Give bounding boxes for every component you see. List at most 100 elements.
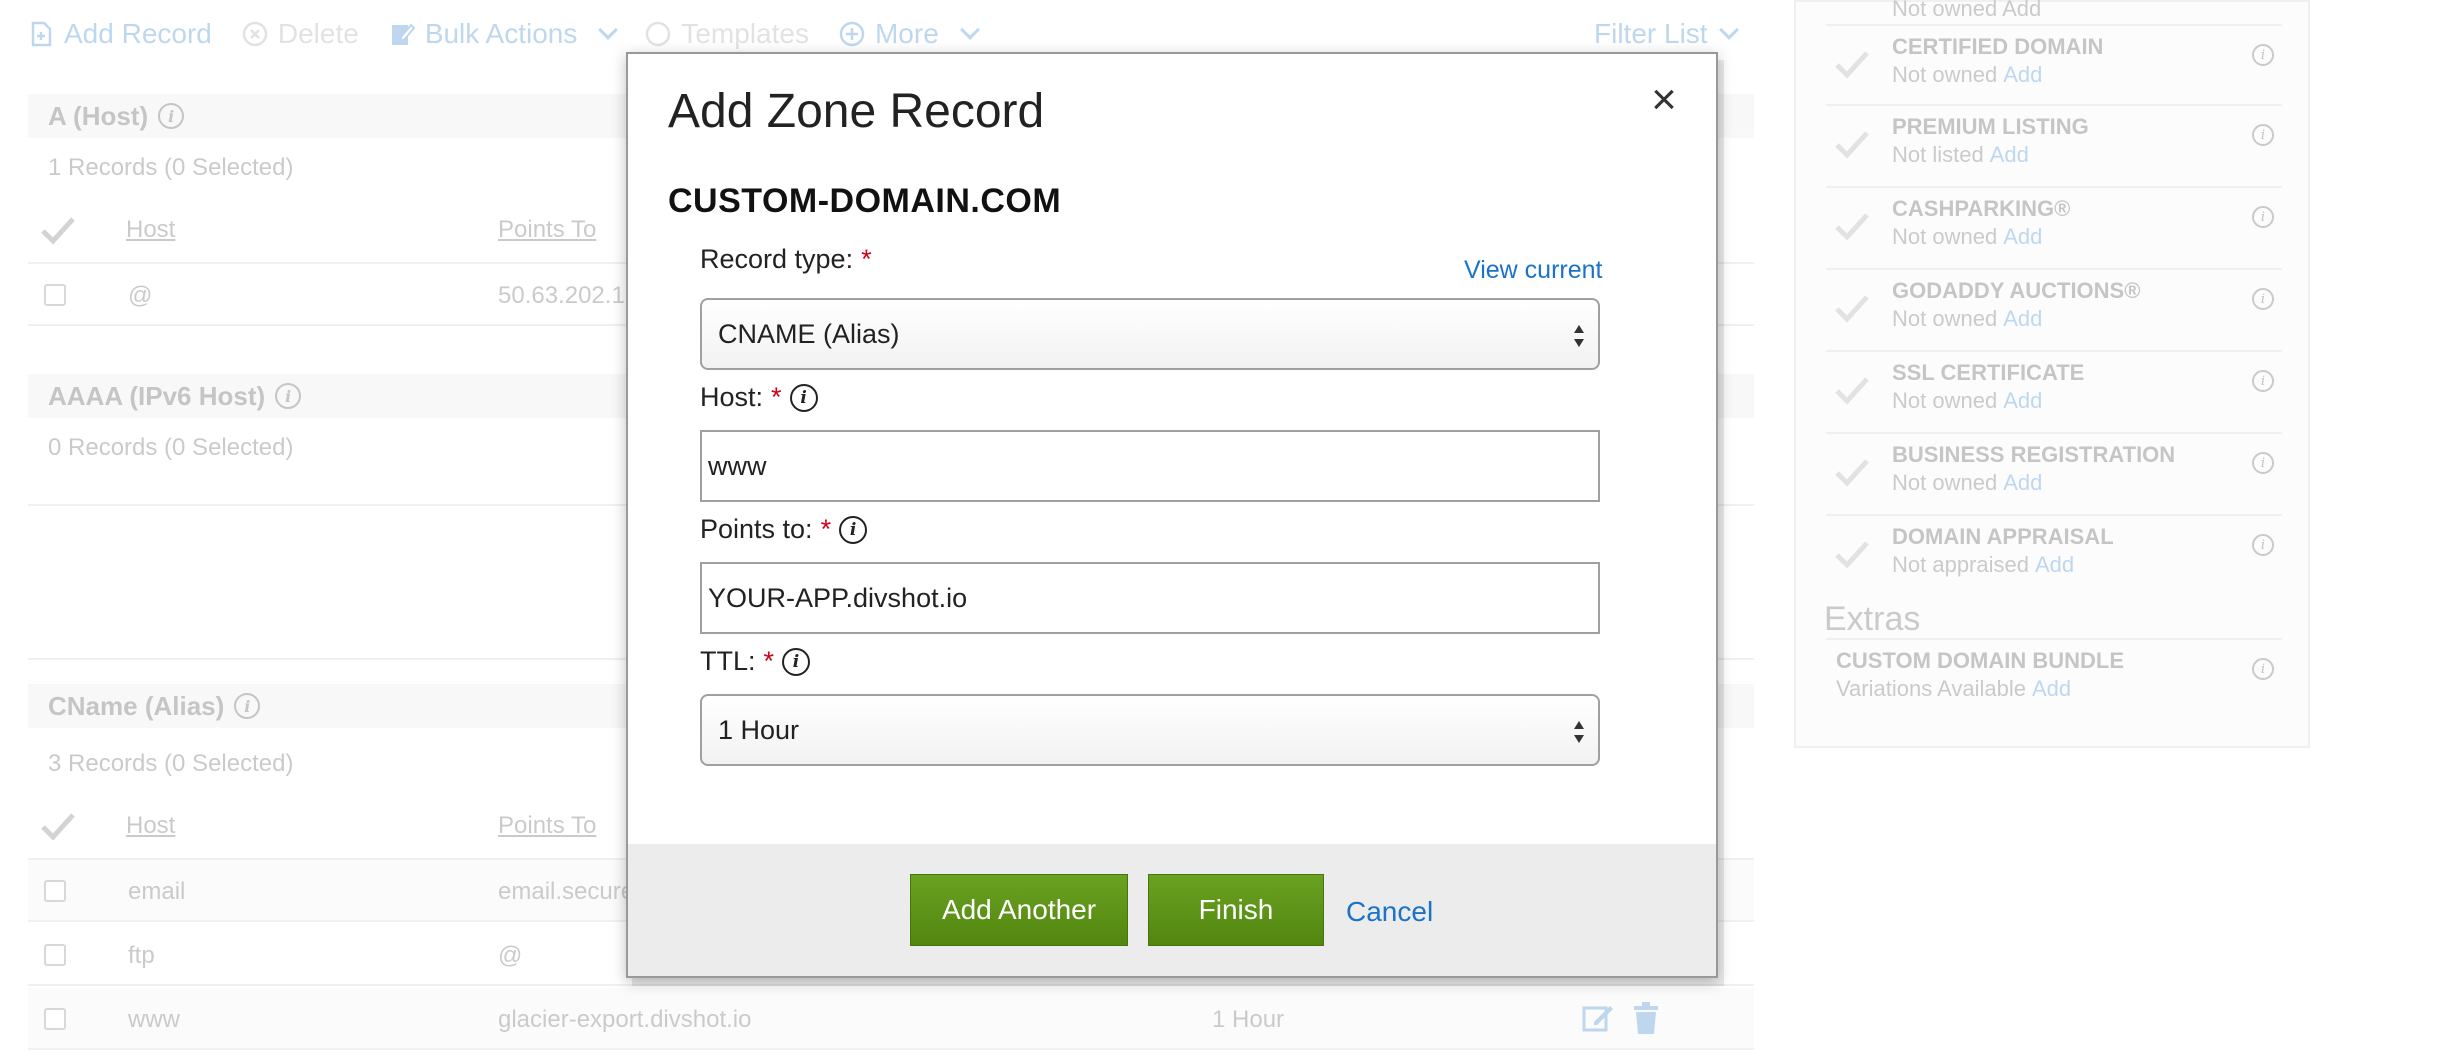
panel-item-title: CASHPARKING® [1892,196,2071,221]
info-icon[interactable]: i [2252,288,2274,310]
view-current-link[interactable]: View current [1464,256,1603,285]
panel-item-title: CUSTOM DOMAIN BUNDLE [1836,648,2125,673]
filter-list-button[interactable]: Filter List [1594,14,1739,54]
check-icon [1835,377,1869,405]
points-to-input[interactable]: YOUR-APP.divshot.io [700,562,1600,634]
select-arrows-icon [1574,721,1584,743]
close-icon[interactable]: × [1642,78,1686,122]
info-icon[interactable]: i [275,383,302,409]
status-text: Not owned [1892,62,1998,87]
add-link[interactable]: Add [2003,224,2042,249]
panel-item-title: CERTIFIED DOMAIN [1892,34,2104,59]
chevron-down-icon [598,20,619,40]
panel-item-status: Not owned Add [1892,306,2042,332]
finish-button[interactable]: Finish [1148,874,1324,946]
row-points-to: @ [498,942,523,969]
add-document-icon [31,21,52,47]
panel-item-ssl-certificate: SSL CERTIFICATE Not owned Add i [1826,352,2282,434]
section-title: CName (Alias) [48,690,225,721]
record-count: 0 Records (0 Selected) [48,434,294,461]
panel-item-godaddy-auctions: GODADDY AUCTIONS® Not owned Add i [1826,270,2282,352]
templates-button[interactable]: Templates [645,18,809,50]
column-header-host[interactable]: Host [126,812,175,840]
add-link[interactable]: Add [1990,142,2029,167]
panel-item-business-registration: BUSINESS REGISTRATION Not owned Add i [1826,434,2282,516]
status-text: Not listed [1892,142,1984,167]
record-count: 1 Records (0 Selected) [48,154,294,181]
section-title: AAAA (IPv6 Host) [48,380,266,411]
host-input[interactable]: www [700,430,1600,502]
info-icon[interactable]: i [234,693,261,719]
select-all-check-icon[interactable] [40,216,76,246]
info-icon[interactable]: i [2252,44,2274,66]
more-label: More [874,18,939,49]
add-link[interactable]: Add [2003,470,2042,495]
points-to-label: Points to: * i [700,514,868,545]
label-text: Points to: [700,514,813,544]
info-icon[interactable]: i [158,103,185,129]
add-link[interactable]: Add [2035,552,2074,577]
info-icon[interactable]: i [2252,658,2274,680]
section-title: A (Host) [48,100,149,131]
info-icon[interactable]: i [782,647,811,676]
panel-item-status: Not appraised Add [1892,552,2074,578]
add-record-button[interactable]: Add Record [28,18,212,50]
row-checkbox[interactable] [44,944,66,966]
select-all-check-icon[interactable] [40,812,76,842]
panel-item-status: Not owned Add [1892,470,2042,496]
row-points-to: 50.63.202.1 [498,282,625,309]
record-type-label: Record type: * [700,244,872,275]
info-icon[interactable]: i [2252,452,2274,474]
panel-item-title: GODADDY AUCTIONS® [1892,278,2141,303]
row-ttl: 1 Hour [1212,1006,1285,1033]
row-host: www [128,1006,180,1033]
panel-item-status: Not listed Add [1892,142,2029,168]
row-host: email [128,878,186,905]
column-header-points-to[interactable]: Points To [498,812,596,840]
status-text: Not owned [1892,306,1998,331]
row-checkbox[interactable] [44,880,66,902]
info-icon[interactable]: i [2252,534,2274,556]
delete-button[interactable]: Delete [242,18,359,50]
templates-icon [646,21,671,47]
toolbar: Add Record Delete Bulk Actions Templates… [28,14,980,54]
info-icon[interactable]: i [2252,206,2274,228]
status-text: Variations Available [1836,676,2026,701]
record-type-select[interactable]: CNAME (Alias) [700,298,1600,370]
column-header-host[interactable]: Host [126,216,175,244]
info-icon[interactable]: i [839,515,868,544]
add-link[interactable]: Add [2003,388,2042,413]
domain-name: CUSTOM-DOMAIN.COM [668,182,1062,220]
edit-icon[interactable] [1582,1002,1614,1034]
label-text: Host: [700,382,764,412]
check-icon [1835,213,1869,241]
panel-item-title: BUSINESS REGISTRATION [1892,442,2176,467]
trash-icon[interactable] [1632,1002,1660,1034]
panel-item-status: Not owned Add [1892,388,2042,414]
row-points-to: glacier-export.divshot.io [498,1006,752,1033]
record-count: 3 Records (0 Selected) [48,750,294,777]
add-link[interactable]: Add [2003,306,2042,331]
input-value: YOUR-APP.divshot.io [708,582,968,613]
status-text: Not owned [1892,388,1998,413]
info-icon[interactable]: i [2252,370,2274,392]
add-another-button[interactable]: Add Another [910,874,1128,946]
dialog-title: Add Zone Record [668,85,1045,138]
check-icon [1835,541,1869,569]
info-icon[interactable]: i [789,383,818,412]
info-icon[interactable]: i [2252,124,2274,146]
dialog-footer: Add Another Finish Cancel [628,844,1716,976]
required-marker: * [820,514,832,544]
bulk-actions-label: Bulk Actions [424,18,578,49]
bulk-actions-menu[interactable]: Bulk Actions [389,18,619,50]
cancel-link[interactable]: Cancel [1346,896,1433,928]
add-link[interactable]: Add [2003,62,2042,87]
more-menu[interactable]: More [839,18,980,50]
panel-item-status: Not owned Add [1892,62,2042,88]
column-header-points-to[interactable]: Points To [498,216,596,244]
row-checkbox[interactable] [44,284,66,306]
add-link[interactable]: Add [2032,676,2071,701]
row-checkbox[interactable] [44,1008,66,1030]
ttl-select[interactable]: 1 Hour [700,694,1600,766]
panel-item-status: Not owned Add [1892,224,2042,250]
